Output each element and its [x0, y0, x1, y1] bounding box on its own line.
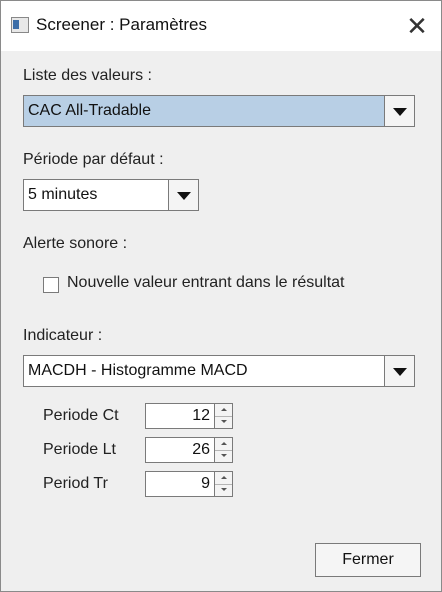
period-tr-spinner[interactable]: 9: [145, 471, 239, 497]
period-tr-field[interactable]: 9: [145, 471, 215, 497]
periode-ct-field[interactable]: 12: [145, 403, 215, 429]
periode-ct-spinner[interactable]: 12: [145, 403, 239, 429]
periode-lt-field[interactable]: 26: [145, 437, 215, 463]
indicateur-value: MACDH - Histogramme MACD: [28, 362, 248, 379]
liste-label: Liste des valeurs :: [23, 67, 152, 84]
dialog-window: Screener : Paramètres ✕ Liste des valeur…: [0, 0, 442, 592]
alerte-label: Alerte sonore :: [23, 235, 128, 252]
chevron-down-icon[interactable]: [168, 180, 198, 210]
fermer-button[interactable]: Fermer: [315, 543, 421, 577]
title-bar[interactable]: Screener : Paramètres ✕: [1, 1, 441, 51]
periode-select[interactable]: 5 minutes: [23, 179, 199, 211]
nouvelle-valeur-checkbox[interactable]: [43, 277, 59, 293]
close-icon[interactable]: ✕: [397, 9, 437, 43]
liste-select[interactable]: CAC All-Tradable: [23, 95, 415, 127]
app-icon: [11, 17, 29, 33]
chevron-down-icon[interactable]: [384, 96, 414, 126]
liste-value: CAC All-Tradable: [28, 102, 152, 119]
indicateur-select[interactable]: MACDH - Histogramme MACD: [23, 355, 415, 387]
spinner-down-icon[interactable]: [215, 450, 232, 462]
chevron-down-icon[interactable]: [384, 356, 414, 386]
periode-lt-spinner[interactable]: 26: [145, 437, 239, 463]
spinner-down-icon[interactable]: [215, 416, 232, 428]
spinner-down-icon[interactable]: [215, 484, 232, 496]
nouvelle-valeur-label[interactable]: Nouvelle valeur entrant dans le résultat: [67, 274, 345, 292]
window-title: Screener : Paramètres: [36, 15, 208, 34]
dialog-content: Liste des valeurs : CAC All-Tradable Pér…: [1, 51, 441, 591]
param-label-ct: Periode Ct: [43, 407, 119, 424]
param-label-tr: Period Tr: [43, 475, 108, 492]
periode-label: Période par défaut :: [23, 151, 164, 168]
periode-value: 5 minutes: [28, 186, 98, 203]
param-label-lt: Periode Lt: [43, 441, 116, 458]
indicateur-label: Indicateur :: [23, 327, 103, 344]
